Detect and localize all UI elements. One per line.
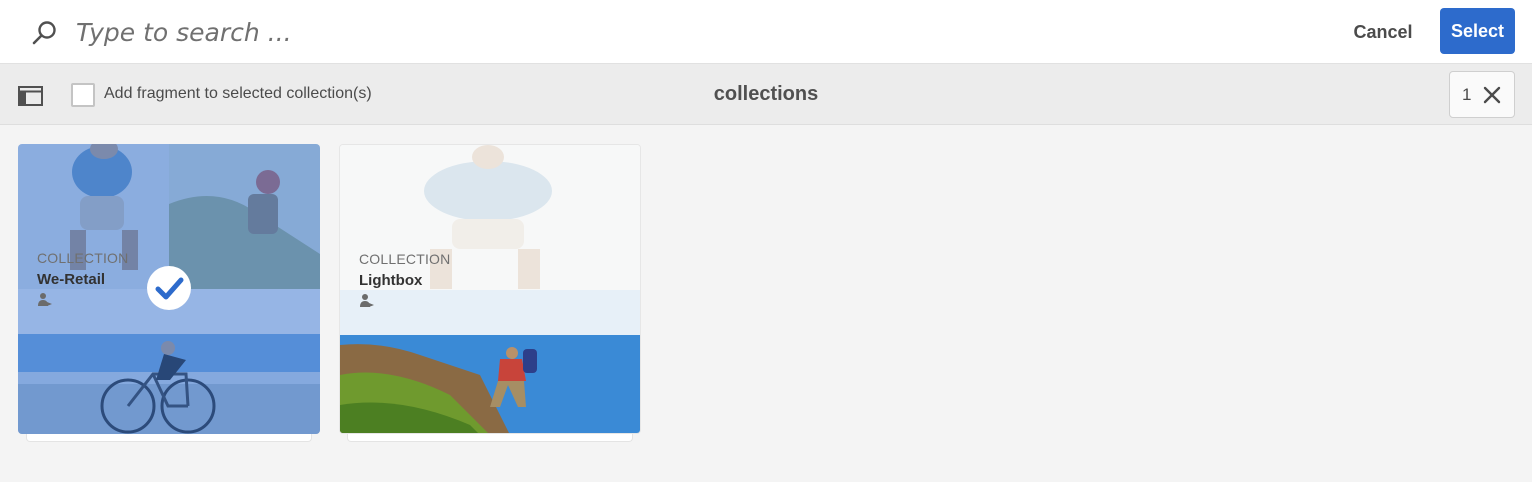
close-icon[interactable] [1483, 86, 1501, 104]
collection-card-we-retail[interactable]: COLLECTION We-Retail [18, 144, 320, 434]
card-type: COLLECTION [359, 251, 451, 267]
search-icon [32, 21, 56, 45]
selected-check-icon[interactable] [146, 265, 192, 311]
select-button[interactable]: Select [1440, 8, 1515, 54]
person-share-icon [38, 293, 52, 306]
cancel-button[interactable]: Cancel [1340, 14, 1426, 50]
add-to-collection-checkbox[interactable] [71, 83, 95, 107]
rail-toggle-icon[interactable] [18, 86, 43, 106]
add-to-collection-label: Add fragment to selected collection(s) [104, 85, 372, 102]
card-meta: COLLECTION We-Retail [37, 250, 128, 313]
collection-card-lightbox[interactable]: COLLECTION Lightbox [339, 144, 641, 434]
action-bar: Add fragment to selected collection(s) c… [0, 64, 1532, 125]
person-share-icon [360, 294, 374, 307]
selection-count: 1 [1462, 85, 1472, 104]
card-meta: COLLECTION Lightbox [359, 251, 450, 314]
search-input[interactable] [76, 12, 976, 52]
selection-count-button[interactable]: 1 [1449, 71, 1515, 118]
card-title: Lightbox [359, 272, 423, 289]
search-bar: Cancel Select [0, 0, 1532, 64]
card-title: We-Retail [37, 271, 106, 288]
card-type: COLLECTION [37, 250, 129, 266]
